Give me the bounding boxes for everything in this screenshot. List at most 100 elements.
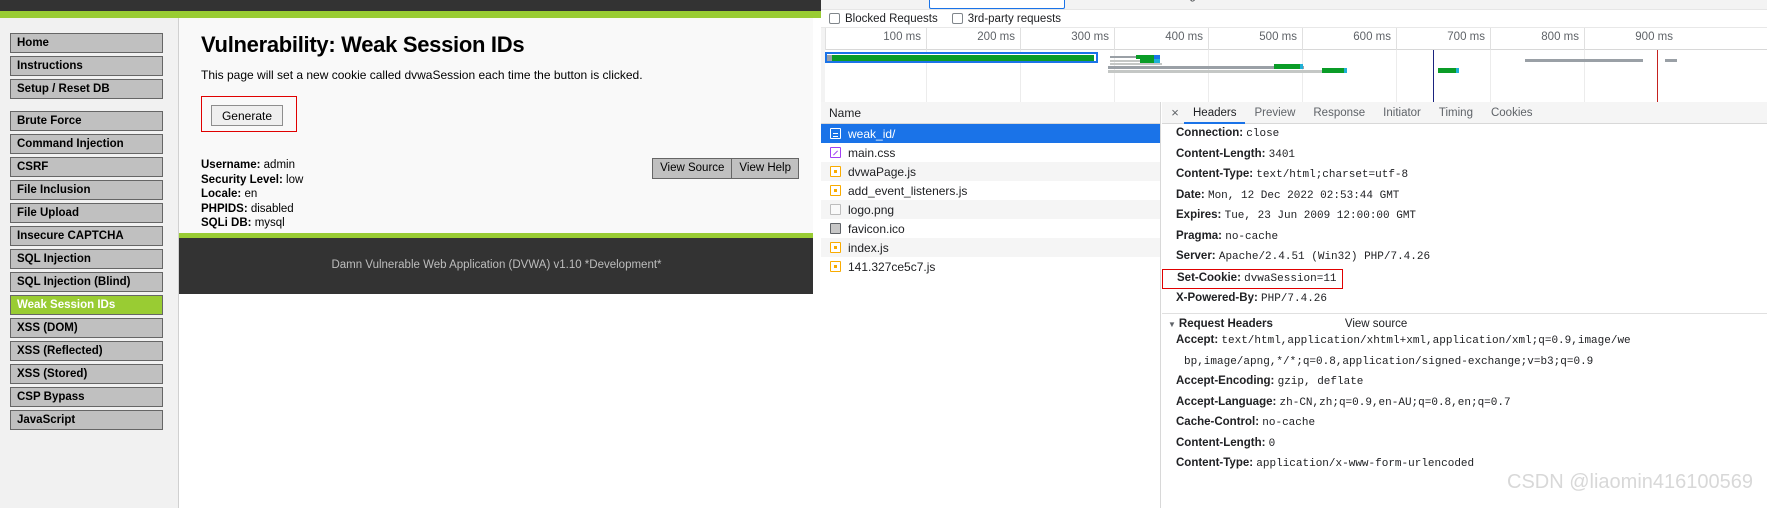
timeline-request-bar <box>1438 68 1456 73</box>
sidebar-item-home[interactable]: Home <box>10 33 163 53</box>
timeline-request-bar <box>1108 70 1322 73</box>
checkbox-icon[interactable] <box>951 13 963 24</box>
header-value: no-cache <box>1225 230 1279 243</box>
timeline-request-bar <box>1300 64 1303 69</box>
sidebar-item-insecure-captcha[interactable]: Insecure CAPTCHA <box>10 226 163 246</box>
sidebar-item-file-inclusion[interactable]: File Inclusion <box>10 180 163 200</box>
close-icon[interactable]: × <box>1166 105 1184 120</box>
page-right-margin <box>813 18 821 508</box>
view-source-button[interactable]: View Source <box>652 158 732 179</box>
tab-initiator[interactable]: Initiator <box>1374 102 1430 124</box>
sidebar-item-setup-reset-db[interactable]: Setup / Reset DB <box>10 79 163 99</box>
view-help-button[interactable]: View Help <box>731 158 799 179</box>
sidebar-item-weak-session-ids[interactable]: Weak Session IDs <box>10 295 163 315</box>
request-header-content-type: Content-Type: application/x-www-form-url… <box>1162 454 1767 475</box>
resource-type-filters[interactable]: Fetch/XHR JS CSS Img Media Font Doc WS W… <box>1079 0 1406 2</box>
sidebar-item-javascript[interactable]: JavaScript <box>10 410 163 430</box>
generate-button[interactable]: Generate <box>211 105 283 126</box>
sidebar-item-xss-dom[interactable]: XSS (DOM) <box>10 318 163 338</box>
header-key: Cache-Control: <box>1176 416 1260 428</box>
network-list-column-header[interactable]: Name <box>821 102 1160 124</box>
devtools-panel: Fetch/XHR JS CSS Img Media Font Doc WS W… <box>821 0 1767 508</box>
sidebar-item-csrf[interactable]: CSRF <box>10 157 163 177</box>
info-value-security-level: low <box>286 173 304 186</box>
header-value: close <box>1246 128 1280 140</box>
chevron-down-icon[interactable]: ▼ <box>1168 320 1176 329</box>
response-header-set-cookie: Set-Cookie: dvwaSession=11 <box>1162 268 1343 289</box>
load-event-marker <box>1657 50 1658 102</box>
script-icon <box>830 261 841 272</box>
network-row-logo-png[interactable]: logo.png <box>821 200 1160 219</box>
info-value-username: admin <box>263 159 295 171</box>
sidebar-item-sql-injection-blind[interactable]: SQL Injection (Blind) <box>10 272 163 292</box>
page-blank-area <box>179 294 814 508</box>
tab-headers[interactable]: Headers <box>1184 102 1246 124</box>
network-row-dvwapage-js[interactable]: dvwaPage.js <box>821 162 1160 181</box>
info-value-phpids: disabled <box>250 202 294 215</box>
timeline-tick: 600 ms <box>1302 28 1396 50</box>
script-icon <box>830 242 841 253</box>
filter-input[interactable] <box>929 0 1065 9</box>
header-value: dvwaSession=11 <box>1244 272 1337 285</box>
sidebar-item-command-injection[interactable]: Command Injection <box>10 134 163 154</box>
network-row-141-chunk-js[interactable]: 141.327ce5c7.js <box>821 257 1160 276</box>
header-value: 3401 <box>1268 148 1296 161</box>
dvwa-main-content: Vulnerability: Weak Session IDs This pag… <box>178 18 814 508</box>
info-value-sqli-db: mysql <box>254 217 285 229</box>
network-row-add-event-listeners-js[interactable]: add_event_listeners.js <box>821 181 1160 200</box>
sidebar-item-csp-bypass[interactable]: CSP Bypass <box>10 387 163 407</box>
tab-response[interactable]: Response <box>1304 102 1374 124</box>
network-row-index-js[interactable]: index.js <box>821 238 1160 257</box>
third-party-requests-checkbox[interactable]: 3rd-party requests <box>951 13 1061 25</box>
tab-cookies[interactable]: Cookies <box>1482 102 1542 124</box>
view-source-link[interactable]: View source <box>1345 318 1407 330</box>
checkbox-icon[interactable] <box>829 13 840 24</box>
network-timeline-overview[interactable]: 100 ms 200 ms 300 ms 400 ms 500 ms 600 m… <box>821 28 1767 102</box>
header-key: Content-Length: <box>1176 436 1266 449</box>
timeline-request-bar <box>1665 59 1677 62</box>
blocked-requests-checkbox[interactable]: Blocked Requests <box>829 13 938 25</box>
sidebar-item-file-upload[interactable]: File Upload <box>10 203 163 223</box>
timeline-ruler: 100 ms 200 ms 300 ms 400 ms 500 ms 600 m… <box>825 28 1767 50</box>
timeline-request-bar <box>1110 63 1162 65</box>
timeline-tick: 500 ms <box>1208 28 1302 50</box>
info-label-locale: Locale: <box>201 188 242 200</box>
timeline-tick: 700 ms <box>1396 28 1490 50</box>
network-row-favicon-ico[interactable]: favicon.ico <box>821 219 1160 238</box>
info-value-locale: en <box>244 188 258 200</box>
dvwa-top-dark-bar <box>0 0 821 11</box>
sidebar-group-separator <box>10 102 168 111</box>
network-row-main-css[interactable]: main.css <box>821 143 1160 162</box>
header-key: Pragma: <box>1176 229 1223 242</box>
page-title: Vulnerability: Weak Session IDs <box>201 32 525 57</box>
header-key: Date: <box>1176 188 1205 201</box>
stylesheet-icon <box>830 147 841 158</box>
request-headers-section-header[interactable]: ▼ Request Headers View source <box>1162 313 1767 331</box>
tab-preview[interactable]: Preview <box>1245 102 1304 124</box>
script-icon <box>830 185 841 196</box>
request-details-pane: × Headers Preview Response Initiator Tim… <box>1162 102 1767 508</box>
timeline-request-bar <box>1110 56 1136 58</box>
sidebar-item-instructions[interactable]: Instructions <box>10 56 163 76</box>
sidebar-item-xss-reflected[interactable]: XSS (Reflected) <box>10 341 163 361</box>
domcontentloaded-marker <box>1433 50 1434 102</box>
info-label-username: Username: <box>201 159 261 171</box>
network-request-list[interactable]: Name weak_id/ main.css dvwaPage.js add_e… <box>821 102 1161 508</box>
sidebar-item-brute-force[interactable]: Brute Force <box>10 111 163 131</box>
response-header-server: Server: Apache/2.4.51 (Win32) PHP/7.4.26 <box>1162 247 1767 268</box>
header-value: PHP/7.4.26 <box>1261 292 1328 305</box>
timeline-tick-label: 300 ms <box>1071 31 1109 43</box>
network-row-weak-id[interactable]: weak_id/ <box>821 124 1160 143</box>
info-row-phpids: PHPIDS: disabled <box>201 202 303 217</box>
dvwa-page: Home Instructions Setup / Reset DB Brute… <box>0 0 821 508</box>
info-row-username: Username: admin <box>201 158 303 173</box>
tab-timing[interactable]: Timing <box>1430 102 1482 124</box>
info-row-locale: Locale: en <box>201 187 303 202</box>
timeline-tick-label: 100 ms <box>883 31 921 43</box>
request-header-accept: Accept: text/html,application/xhtml+xml,… <box>1162 331 1767 352</box>
script-icon <box>830 166 841 177</box>
timeline-tick-label: 600 ms <box>1353 31 1391 43</box>
sidebar-item-xss-stored[interactable]: XSS (Stored) <box>10 364 163 384</box>
header-value: 0 <box>1268 437 1276 450</box>
sidebar-item-sql-injection[interactable]: SQL Injection <box>10 249 163 269</box>
